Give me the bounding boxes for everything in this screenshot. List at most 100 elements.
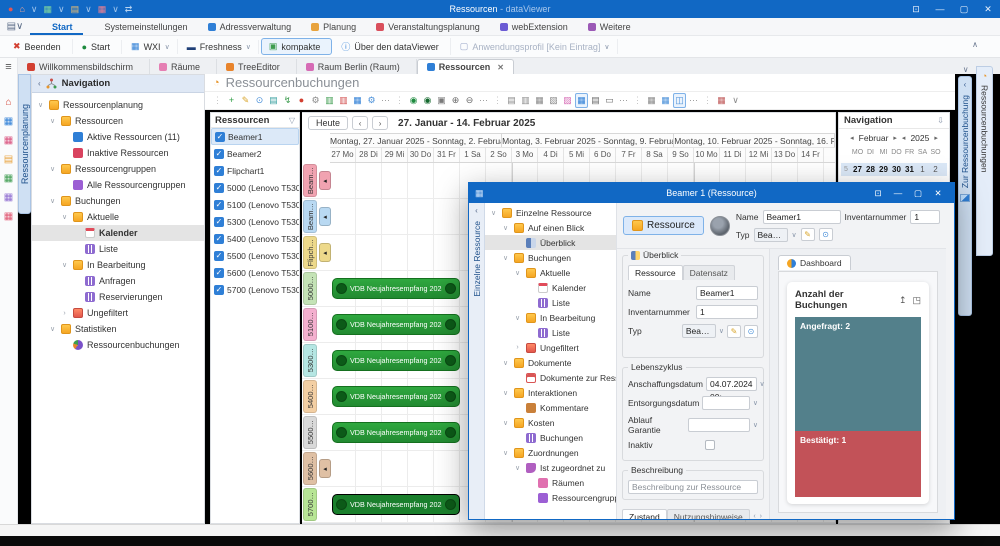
ribbon-tab[interactable]: Weitere	[578, 18, 641, 35]
row-marker-chip[interactable]: ◂	[319, 207, 331, 226]
toolbar-icon[interactable]: ●	[295, 94, 308, 107]
rail-app-icon[interactable]: ▦	[4, 193, 13, 203]
checkbox-checked-icon[interactable]: ✓	[214, 234, 224, 244]
type-select[interactable]: Bea…	[754, 228, 788, 242]
tree-item[interactable]: ∨ In Bearbeitung	[32, 257, 204, 273]
toolbar-icon[interactable]: ◉	[421, 94, 434, 107]
resource-list-item[interactable]: ✓ 5600 (Lenovo T530)	[211, 264, 299, 281]
tree-item[interactable]: ∨ Auf einen Blick	[485, 220, 616, 235]
quick-access-icon[interactable]: ●	[8, 4, 13, 14]
checkbox-checked-icon[interactable]: ✓	[214, 183, 224, 193]
calendar-day[interactable]: 30	[890, 163, 903, 176]
dialog-window-control-button[interactable]: ✕	[928, 188, 948, 199]
toolbar-icon[interactable]: ▦	[715, 94, 728, 107]
rail-app-icon[interactable]: ▦	[4, 174, 13, 184]
tree-item[interactable]: Reservierungen	[32, 289, 204, 305]
toolbar-icon[interactable]: ⋯	[687, 94, 700, 107]
tree-item[interactable]: ∨ Ressourcengruppen	[32, 161, 204, 177]
day-header-cell[interactable]: 4 Di	[538, 148, 564, 162]
tree-expander-icon[interactable]: ∨	[513, 269, 522, 277]
row-resource-label[interactable]: 5000…	[303, 272, 317, 305]
toolbar-icon[interactable]: ⚙	[365, 94, 378, 107]
dialog-window-control-button[interactable]: ▢	[908, 188, 928, 199]
calendar-day[interactable]: 2	[929, 163, 942, 176]
today-button[interactable]: Heute	[308, 116, 348, 130]
checkbox-checked-icon[interactable]: ✓	[214, 285, 224, 295]
day-header-cell[interactable]: 6 Do	[590, 148, 616, 162]
toolbar-icon[interactable]: +	[225, 94, 238, 107]
resource-list-item[interactable]: ✓ 5000 (Lenovo T530)	[211, 179, 299, 196]
sidebar-vertical-tab-ressourcenplanung[interactable]: Ressourcenplanung	[18, 74, 31, 214]
day-header-cell[interactable]: 5 Mi	[564, 148, 590, 162]
toolbar-icon[interactable]: ▦	[575, 93, 588, 108]
row-resource-label[interactable]: 5400…	[303, 380, 317, 413]
quick-access-icon[interactable]: ⇄	[125, 4, 133, 15]
inventory-number-field[interactable]: 1	[696, 305, 758, 319]
toolbar-icon[interactable]: ▦	[645, 94, 658, 107]
tree-expander-icon[interactable]: ∨	[513, 464, 522, 472]
ribbon-action-button[interactable]: ▦ WXI ∨	[124, 39, 178, 54]
tree-item[interactable]: ∨ Zuordnungen	[485, 445, 616, 460]
ribbon-action-button[interactable]: ● Start	[75, 40, 122, 54]
back-to-booking-strip[interactable]: ‹ Zur Ressourcenbuchung	[958, 76, 972, 316]
toolbar-icon[interactable]: ▦	[533, 94, 546, 107]
calendar-day[interactable]: 28	[864, 163, 877, 176]
tree-item[interactable]: ∨ Einzelne Ressource	[485, 205, 616, 220]
day-header-cell[interactable]: 7 Fr	[616, 148, 642, 162]
document-tab[interactable]: Räume	[150, 59, 217, 74]
tree-item[interactable]: ∨ Aktuelle	[32, 209, 204, 225]
ribbon-tab[interactable]: Planung	[301, 18, 366, 35]
tree-item[interactable]: Liste	[485, 295, 616, 310]
toolbar-icon[interactable]: ⚙	[309, 94, 322, 107]
resource-photo-placeholder[interactable]	[710, 216, 730, 236]
day-header-cell[interactable]: 27 Mo	[330, 148, 356, 162]
tree-expander-icon[interactable]: ∨	[48, 325, 57, 333]
row-marker-chip[interactable]: ◂	[319, 459, 331, 478]
tree-expander-icon[interactable]: ∨	[60, 213, 69, 221]
calendar-day[interactable]: 31	[903, 163, 916, 176]
collapse-icon[interactable]: ‹	[38, 79, 41, 88]
chevron-down-icon[interactable]: ∨	[792, 231, 797, 239]
toolbar-icon[interactable]: ▤	[505, 94, 518, 107]
tree-item[interactable]: Ressourcenbuchungen	[32, 337, 204, 353]
tree-item[interactable]: Aktive Ressourcen (11)	[32, 129, 204, 145]
quick-access-icon[interactable]: ▦	[43, 4, 52, 15]
tree-item[interactable]: ∨ Buchungen	[32, 193, 204, 209]
row-resource-label[interactable]: 5700…	[303, 488, 317, 521]
day-header-cell[interactable]: 29 Mi	[382, 148, 408, 162]
filter-icon[interactable]: ▽	[289, 116, 295, 125]
checkbox-checked-icon[interactable]: ✓	[214, 166, 224, 176]
collapse-icon[interactable]: ‹	[964, 80, 967, 89]
tree-item[interactable]: Alle Ressourcengruppen	[32, 177, 204, 193]
lifecycle-date-select[interactable]	[688, 418, 750, 432]
tree-expander-icon[interactable]: ∨	[501, 389, 510, 397]
tree-item[interactable]: Inaktive Ressourcen	[32, 145, 204, 161]
search-type-button[interactable]: ⊙	[819, 228, 833, 241]
tree-item[interactable]: Liste	[32, 241, 204, 257]
toolbar-icon[interactable]: ▦	[659, 94, 672, 107]
tree-expander-icon[interactable]: ∨	[501, 254, 510, 262]
lifecycle-date-select[interactable]: 04.07.2024 00:	[706, 377, 757, 391]
dashboard-tab[interactable]: Dashboard	[778, 255, 851, 270]
resource-list-item[interactable]: ✓ Beamer1	[211, 128, 299, 145]
booking-event-bar[interactable]: VDB Neujahresempfang 2025 - 0%	[332, 386, 460, 407]
tab-scroll-next-icon[interactable]: ›	[760, 513, 762, 519]
toolbar-icon[interactable]: ⋯	[477, 94, 490, 107]
tree-item[interactable]: ∨ Dokumente	[485, 355, 616, 370]
toolbar-icon[interactable]: ▣	[435, 94, 448, 107]
ribbon-collapse-icon[interactable]: ∧	[972, 40, 978, 49]
tree-item[interactable]: Anfragen	[32, 273, 204, 289]
toolbar-icon[interactable]: ▦	[351, 94, 364, 107]
row-resource-label[interactable]: Flipch…	[303, 236, 317, 269]
tree-expander-icon[interactable]: ∨	[501, 359, 510, 367]
tab-scroll-icon[interactable]: ∨	[963, 65, 969, 74]
tree-expander-icon[interactable]: ›	[60, 310, 69, 317]
chevron-down-icon[interactable]: ∨	[719, 327, 724, 335]
inventory-number-field[interactable]: 1	[910, 210, 940, 224]
window-control-button[interactable]: ✕	[976, 4, 1000, 15]
toolbar-icon[interactable]: ▤	[267, 94, 280, 107]
ribbon-action-button[interactable]: ▢ Anwendungsprofil [Kein Eintrag] ∨	[453, 39, 618, 54]
quick-access-icon[interactable]: ∨	[85, 4, 92, 15]
tree-expander-icon[interactable]: ∨	[501, 449, 510, 457]
day-header-cell[interactable]: 1 Sa	[460, 148, 486, 162]
